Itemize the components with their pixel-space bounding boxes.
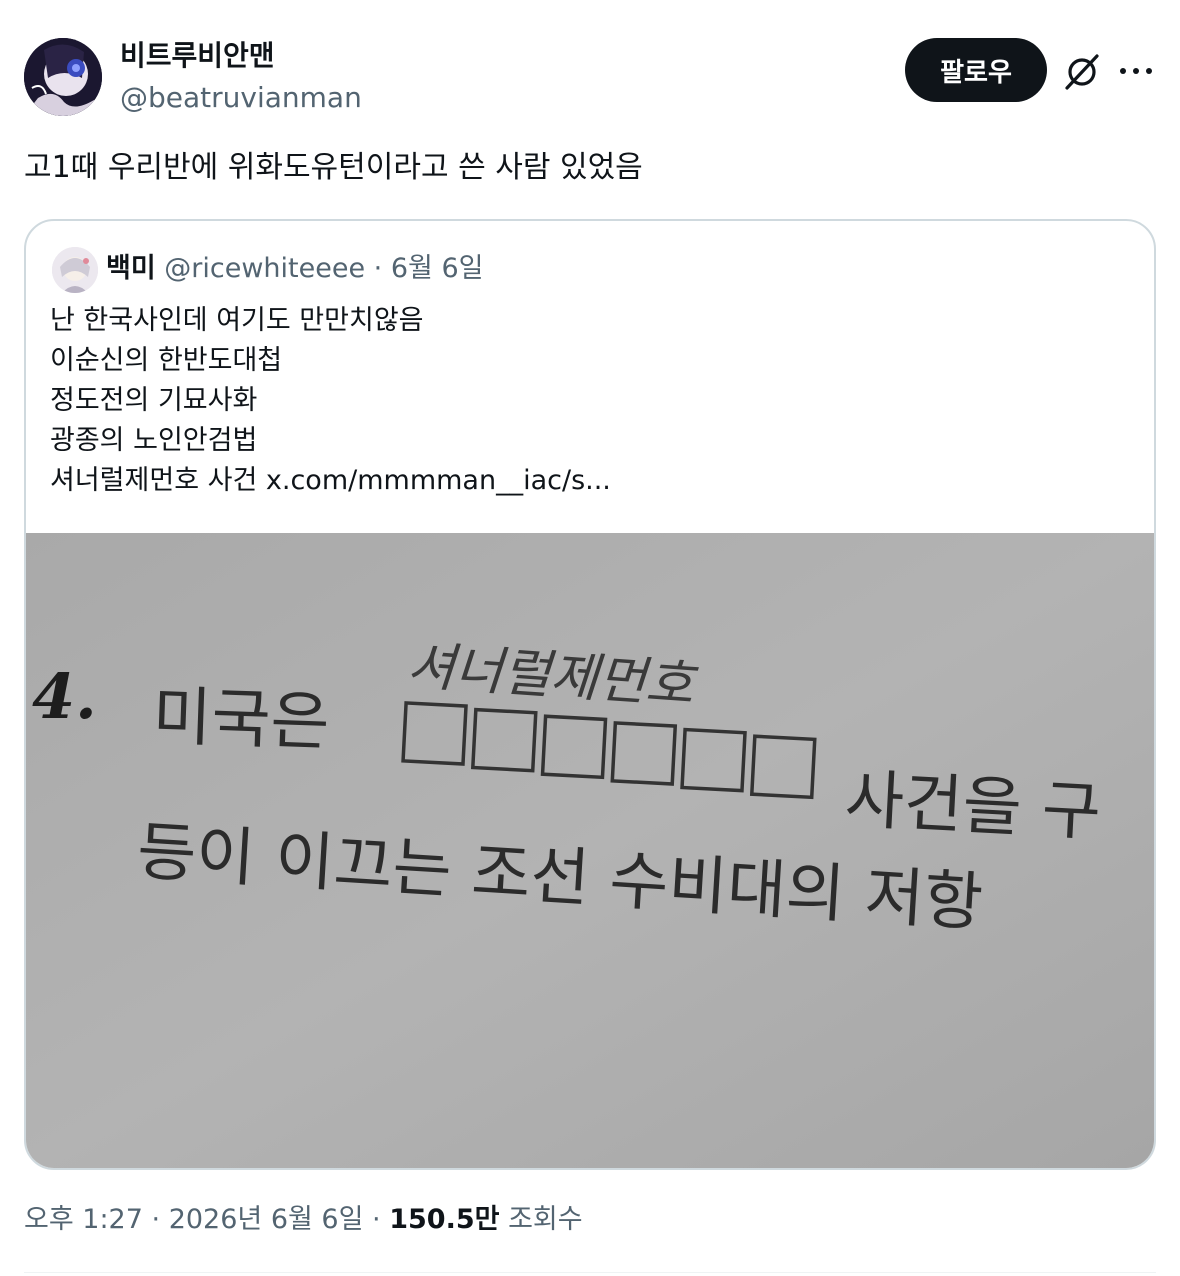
tweet-time[interactable]: 오후 1:27 — [24, 1204, 143, 1235]
quote-line: 광종의 노인안검법 — [50, 425, 258, 456]
quote-author-avatar — [52, 247, 98, 293]
meta-separator: · — [372, 1204, 381, 1235]
author-handle[interactable]: @beatruvianman — [120, 80, 362, 116]
quote-photo[interactable]: 4. 미국은 셔너럴제먼호 사건을 구 등이 이끄는 조선 수비대의 저항 — [26, 533, 1154, 1168]
tweet-text: 고1때 우리반에 위화도유턴이라고 쓴 사람 있었음 — [24, 150, 643, 185]
quote-display-name: 백미 — [106, 253, 156, 284]
follow-button[interactable]: 팔로우 — [905, 38, 1047, 102]
quote-link[interactable]: x.com/mmmman__iac/s... — [266, 465, 611, 496]
author-avatar[interactable] — [24, 38, 102, 116]
divider — [24, 1272, 1156, 1273]
question-text-end: 사건을 구 — [843, 763, 1102, 850]
tweet-meta: 오후 1:27 · 2026년 6월 6일 · 150.5만 조회수 — [24, 1200, 583, 1240]
quote-handle: @ricewhiteeee — [164, 253, 366, 284]
quote-line: 이순신의 한반도대첩 — [50, 345, 283, 376]
view-count: 150.5만 — [389, 1204, 500, 1235]
question-text-start: 미국은 — [151, 680, 330, 760]
quote-line: 셔너럴제먼호 사건 — [50, 465, 258, 496]
quote-text: 난 한국사인데 여기도 만만치않음 이순신의 한반도대첩 정도전의 기묘사화 광… — [50, 301, 1130, 501]
author-display-name[interactable]: 비트루비안맨 — [120, 38, 275, 74]
grok-icon[interactable] — [1062, 52, 1102, 92]
meta-separator: · — [151, 1204, 161, 1235]
quote-header: 백미 @ricewhiteeee · 6월 6일 — [106, 251, 483, 287]
quote-line: 난 한국사인데 여기도 만만치않음 — [50, 305, 424, 336]
quoted-tweet-card[interactable]: 백미 @ricewhiteeee · 6월 6일 난 한국사인데 여기도 만만치… — [24, 219, 1156, 1170]
question-number: 4. — [32, 660, 97, 733]
view-count-label: 조회수 — [508, 1204, 583, 1235]
quote-separator: · — [373, 253, 383, 284]
quote-line: 정도전의 기묘사화 — [50, 385, 258, 416]
quote-date: 6월 6일 — [390, 253, 484, 284]
more-icon[interactable] — [1118, 56, 1154, 86]
tweet-date[interactable]: 2026년 6월 6일 — [169, 1204, 364, 1235]
